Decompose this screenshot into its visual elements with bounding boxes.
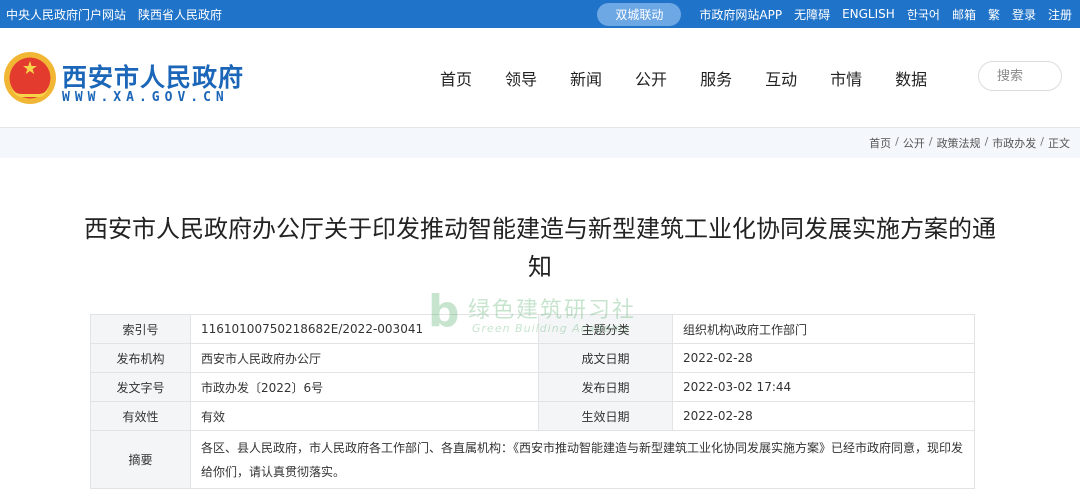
site-name[interactable]: 西安市人民政府 — [62, 58, 244, 94]
label-effective-date: 生效日期 — [538, 401, 673, 431]
value-summary: 各区、县人民政府，市人民政府各工作部门、各直属机构：《西安市推动智能建造与新型建… — [190, 430, 975, 489]
breadcrumb-separator: / — [895, 135, 899, 148]
nav-disclosure[interactable]: 公开 — [635, 66, 667, 90]
nav-city-info[interactable]: 市情 — [830, 66, 862, 90]
link-app[interactable]: 市政府网站APP — [699, 6, 782, 23]
breadcrumb-separator: / — [984, 135, 989, 148]
breadcrumb-policy[interactable]: 政策法规 — [937, 135, 981, 151]
value-validity: 有效 — [190, 401, 539, 431]
label-doc-number: 发文字号 — [90, 372, 191, 402]
value-category: 组织机构\政府工作部门 — [672, 314, 975, 344]
table-row: 摘要 各区、县人民政府，市人民政府各工作部门、各直属机构：《西安市推动智能建造与… — [90, 430, 975, 489]
breadcrumb: 首页 / 公开 / 政策法规 / 市政办发 / 正文 — [869, 135, 1070, 151]
top-bar-right: 双城联动 市政府网站APP 无障碍 ENGLISH 한국어 邮箱 繁 登录 注册 — [597, 0, 1072, 28]
breadcrumb-home[interactable]: 首页 — [869, 135, 891, 151]
emblem-ring — [12, 87, 48, 97]
nav-leaders[interactable]: 领导 — [505, 66, 537, 90]
value-doc-number: 市政办发〔2022〕6号 — [190, 372, 539, 402]
link-english[interactable]: ENGLISH — [842, 7, 895, 21]
top-bar-left: 中央人民政府门户网站 陕西省人民政府 — [6, 0, 222, 28]
link-accessibility[interactable]: 无障碍 — [794, 6, 830, 23]
link-central-gov[interactable]: 中央人民政府门户网站 — [6, 6, 126, 23]
label-issuer: 发布机构 — [90, 343, 191, 373]
nav-home[interactable]: 首页 — [440, 66, 472, 90]
watermark-text-en: Green Building Academy — [472, 322, 631, 335]
value-effective-date: 2022-02-28 — [672, 401, 975, 431]
label-index: 索引号 — [90, 314, 191, 344]
article-title: 西安市人民政府办公厅关于印发推动智能建造与新型建筑工业化协同发展实施方案的通知 — [84, 215, 996, 281]
top-bar: 中央人民政府门户网站 陕西省人民政府 双城联动 市政府网站APP 无障碍 ENG… — [0, 0, 1080, 28]
link-shaanxi-gov[interactable]: 陕西省人民政府 — [138, 6, 222, 23]
value-publish-date: 2022-03-02 17:44 — [672, 372, 975, 402]
national-emblem-icon[interactable]: ★ — [4, 52, 56, 104]
label-written-date: 成文日期 — [538, 343, 673, 373]
breadcrumb-separator: / — [928, 135, 933, 148]
breadcrumb-disclosure[interactable]: 公开 — [903, 135, 925, 151]
search-input[interactable] — [978, 61, 1062, 91]
link-traditional[interactable]: 繁 — [988, 6, 1000, 23]
document-info-table: 索引号 11610100750218682E/2022-003041 主题分类 … — [90, 314, 975, 489]
label-summary: 摘要 — [90, 430, 191, 489]
site-header: ★ 西安市人民政府 WWW.XA.GOV.CN 首页 领导 新闻 公开 服务 互… — [0, 28, 1080, 128]
link-login[interactable]: 登录 — [1012, 6, 1036, 23]
label-publish-date: 发布日期 — [538, 372, 673, 402]
linkage-button[interactable]: 双城联动 — [597, 2, 682, 26]
value-written-date: 2022-02-28 — [672, 343, 975, 373]
link-register[interactable]: 注册 — [1048, 6, 1072, 23]
breadcrumb-separator: / — [1040, 135, 1044, 148]
value-issuer: 西安市人民政府办公厅 — [190, 343, 539, 373]
nav-data[interactable]: 数据 — [895, 66, 927, 90]
nav-interaction[interactable]: 互动 — [765, 66, 797, 90]
watermark-b-icon: b — [428, 286, 460, 337]
breadcrumb-current: 正文 — [1048, 137, 1070, 150]
link-korean[interactable]: 한국어 — [907, 6, 940, 23]
site-url: WWW.XA.GOV.CN — [62, 90, 229, 105]
label-validity: 有效性 — [90, 401, 191, 431]
link-mail[interactable]: 邮箱 — [952, 6, 976, 23]
emblem-star-icon: ★ — [21, 58, 39, 79]
nav-news[interactable]: 新闻 — [570, 66, 602, 90]
main-nav: 首页 领导 新闻 公开 服务 互动 市情 数据 — [440, 66, 927, 90]
table-row: 有效性 有效 生效日期 2022-02-28 — [90, 401, 975, 431]
watermark-text-cn: 绿色建筑研习社 — [468, 298, 637, 323]
table-row: 发布机构 西安市人民政府办公厅 成文日期 2022-02-28 — [90, 343, 975, 373]
table-row: 发文字号 市政办发〔2022〕6号 发布日期 2022-03-02 17:44 — [90, 372, 975, 402]
breadcrumb-band: 首页 / 公开 / 政策法规 / 市政办发 / 正文 — [0, 128, 1080, 158]
nav-services[interactable]: 服务 — [700, 66, 732, 90]
breadcrumb-municipal-docs[interactable]: 市政办发 — [992, 135, 1036, 151]
